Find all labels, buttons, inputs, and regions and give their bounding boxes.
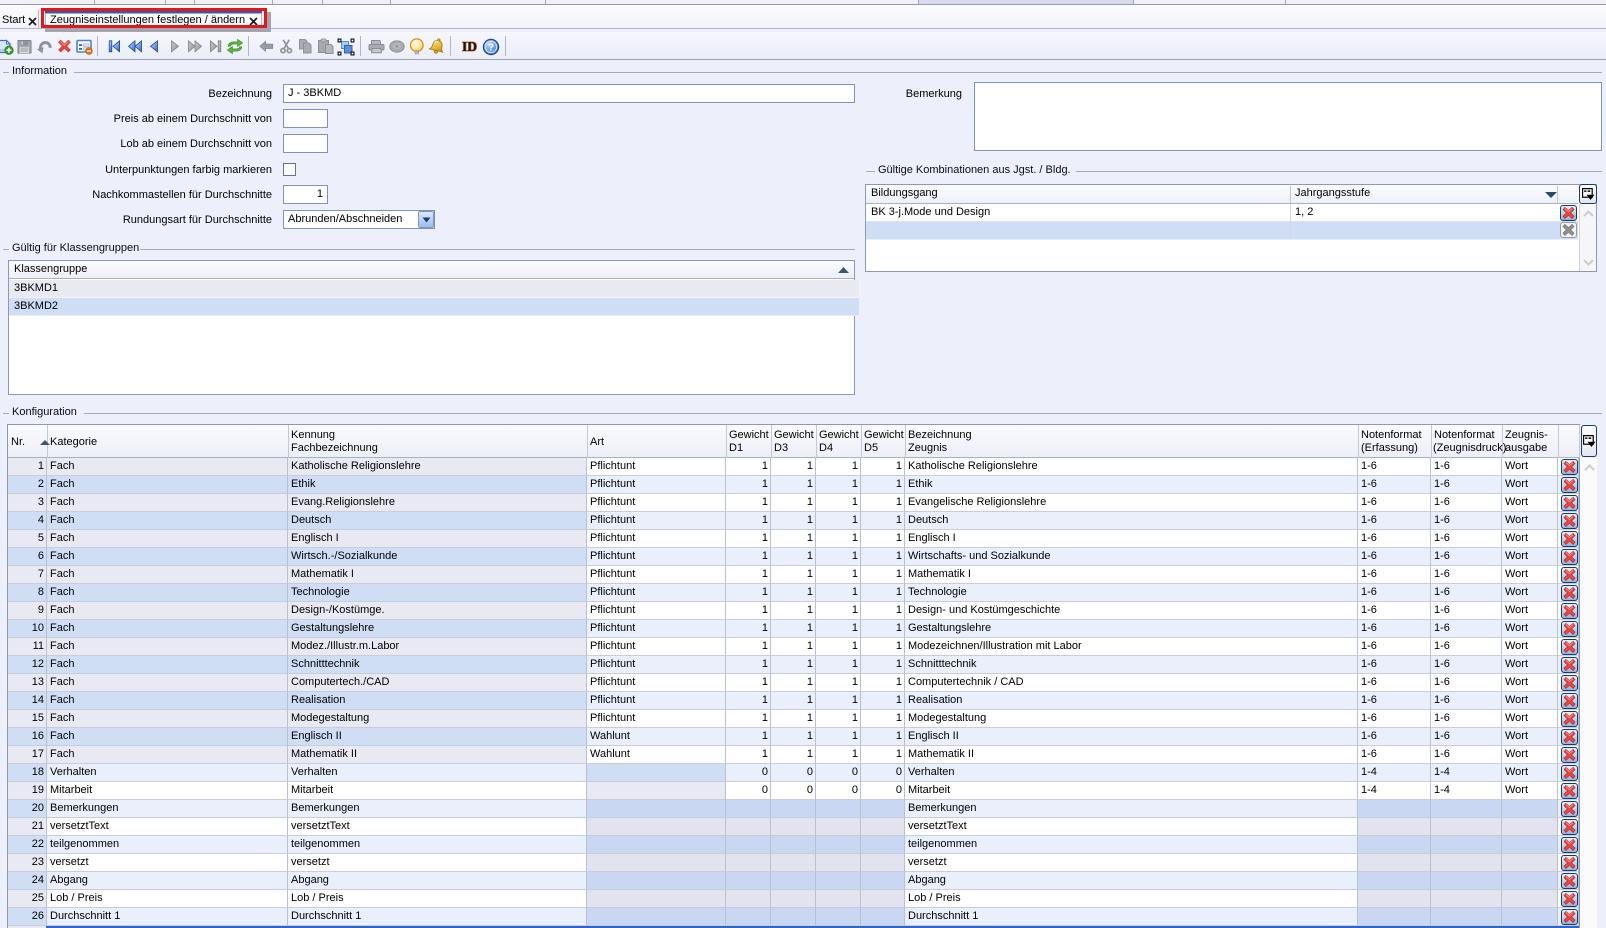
svg-text:?: ? <box>488 42 494 54</box>
